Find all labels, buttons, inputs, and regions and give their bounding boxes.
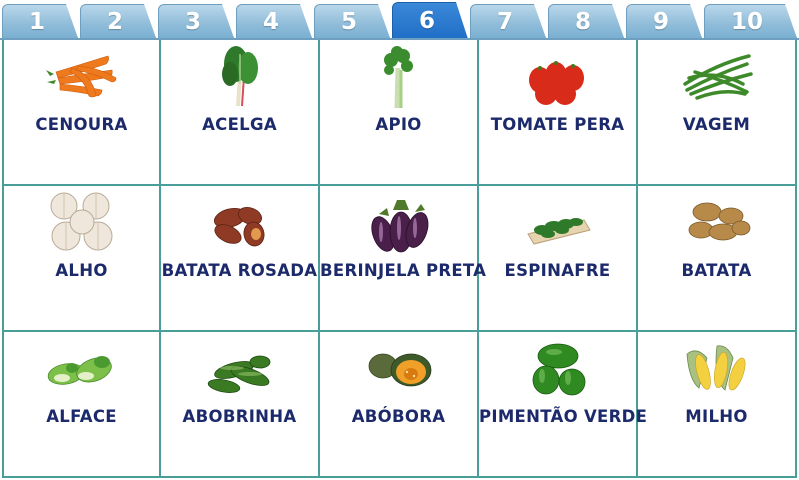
- vegetable-label: PIMENTÃO VERDE: [479, 407, 648, 426]
- vegetable-tile[interactable]: CENOURA: [2, 40, 161, 186]
- vegetable-label: VAGEM: [682, 115, 751, 134]
- tab-6[interactable]: 6: [392, 2, 468, 39]
- vegetable-label: TOMATE PERA: [490, 115, 625, 134]
- tab-3[interactable]: 3: [158, 4, 234, 38]
- tab-1[interactable]: 1: [2, 4, 78, 38]
- vegetable-tile[interactable]: ESPINAFRE: [479, 186, 638, 332]
- tab-2[interactable]: 2: [80, 4, 156, 38]
- vegetable-tile[interactable]: BATATA: [638, 186, 797, 332]
- chard-icon: [221, 46, 258, 107]
- vegetable-grid: CENOURA ACELGA APIO TOMATE PERA VAGEM AL…: [2, 40, 797, 478]
- tab-label: 6: [419, 8, 436, 34]
- potato-icon: [688, 202, 750, 241]
- tab-7[interactable]: 7: [470, 4, 546, 38]
- vegetable-label: ESPINAFRE: [504, 261, 611, 280]
- tab-8[interactable]: 8: [548, 4, 624, 38]
- corn-icon: [686, 345, 745, 391]
- tab-label: 8: [575, 8, 592, 35]
- vegetable-label: BATATA ROSADA: [161, 261, 318, 280]
- vegetable-tile[interactable]: ABÓBORA: [320, 332, 479, 478]
- garlic-icon: [50, 192, 112, 251]
- tab-bar: 1 2 3 4 5 6 7 8 9 10: [0, 0, 799, 40]
- eggplant-icon: [370, 200, 428, 253]
- vegetable-label: ALFACE: [46, 407, 117, 426]
- vegetable-tile[interactable]: ACELGA: [161, 40, 320, 186]
- pumpkin-icon: [368, 353, 431, 387]
- tab-label: 9: [653, 8, 670, 35]
- tomato-icon: [528, 61, 584, 105]
- lettuce-icon: [47, 356, 112, 385]
- vegetable-tile[interactable]: TOMATE PERA: [479, 40, 638, 186]
- celery-icon: [383, 46, 413, 108]
- vegetable-label: APIO: [375, 115, 422, 134]
- vegetable-label: ALHO: [55, 261, 108, 280]
- vegetable-label: CENOURA: [35, 115, 128, 134]
- vegetable-label: MILHO: [685, 407, 748, 426]
- tab-9[interactable]: 9: [626, 4, 702, 38]
- tab-label: 3: [185, 8, 202, 35]
- vegetable-tile[interactable]: VAGEM: [638, 40, 797, 186]
- vegetable-tile[interactable]: PIMENTÃO VERDE: [479, 332, 648, 478]
- vegetable-tile[interactable]: APIO: [320, 40, 479, 186]
- vegetable-tile[interactable]: BATATA ROSADA: [161, 186, 320, 332]
- tab-label: 2: [107, 8, 124, 35]
- vegetable-label: ABÓBORA: [351, 407, 446, 426]
- carrot-icon: [45, 55, 116, 98]
- green-bean-icon: [682, 54, 753, 100]
- spinach-icon: [526, 218, 591, 245]
- tab-4[interactable]: 4: [236, 4, 312, 38]
- vegetable-tile[interactable]: MILHO: [638, 332, 797, 478]
- tab-label: 5: [341, 8, 358, 35]
- vegetable-tile[interactable]: ABOBRINHA: [161, 332, 320, 478]
- tab-10[interactable]: 10: [704, 4, 797, 38]
- tab-label: 4: [263, 8, 280, 35]
- green-pepper-icon: [532, 343, 585, 396]
- vegetable-tile[interactable]: ALFACE: [2, 332, 161, 478]
- tab-label: 10: [731, 8, 764, 35]
- vegetable-label: ABOBRINHA: [182, 407, 297, 426]
- vegetable-tile[interactable]: BERINJELA PRETA: [320, 186, 487, 332]
- tab-label: 7: [497, 8, 514, 35]
- vegetable-label: ACELGA: [202, 115, 277, 134]
- zucchini-icon: [207, 355, 270, 393]
- tab-5[interactable]: 5: [314, 4, 390, 38]
- tab-label: 1: [29, 8, 46, 35]
- vegetable-label: BATATA: [681, 261, 752, 280]
- vegetable-tile[interactable]: ALHO: [2, 186, 161, 332]
- vegetable-label: BERINJELA PRETA: [320, 261, 487, 280]
- sweet-potato-icon: [213, 207, 264, 247]
